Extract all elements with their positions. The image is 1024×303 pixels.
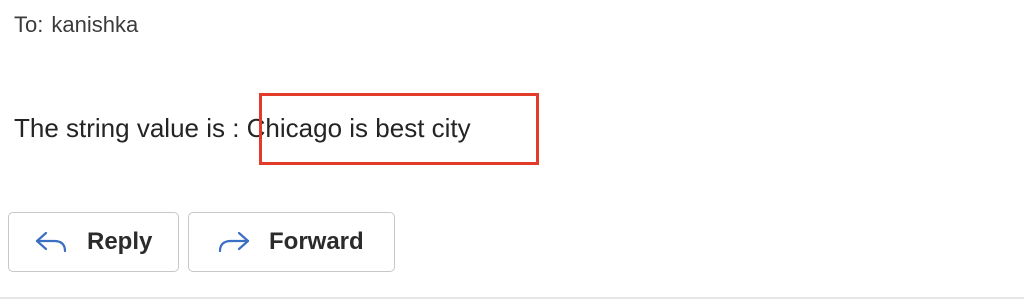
to-label: To:	[14, 12, 44, 37]
recipient-line: To: kanishka	[14, 12, 138, 38]
bottom-divider	[0, 297, 1024, 299]
reply-label: Reply	[87, 228, 153, 255]
forward-label: Forward	[269, 228, 364, 255]
message-prefix: The string value is :	[14, 113, 247, 143]
recipient-name: kanishka	[51, 12, 139, 37]
highlight-annotation-box	[259, 93, 539, 165]
forward-arrow-icon	[217, 230, 251, 254]
reply-button[interactable]: Reply	[8, 212, 179, 272]
reply-arrow-icon	[34, 230, 68, 254]
forward-button[interactable]: Forward	[188, 212, 395, 272]
email-preview: To: kanishka The string value is : Chicag…	[0, 0, 1024, 303]
